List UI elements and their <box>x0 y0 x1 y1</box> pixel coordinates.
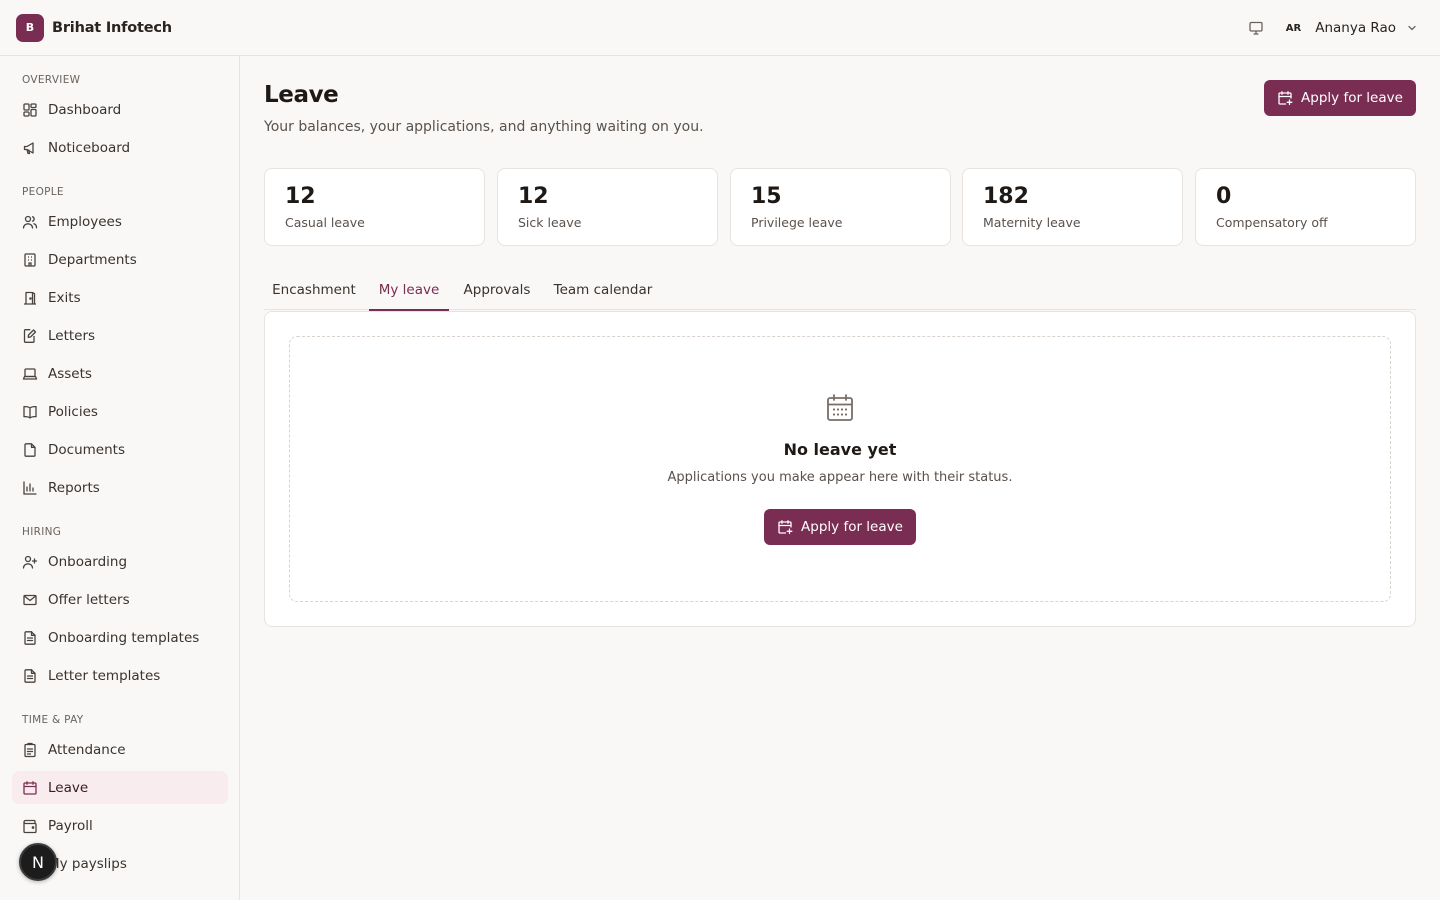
balance-label: Maternity leave <box>983 215 1081 230</box>
sidebar-item-label: Policies <box>48 403 98 420</box>
door-icon <box>22 290 38 306</box>
empty-apply-for-leave-button[interactable]: Apply for leave <box>764 509 916 545</box>
sidebar-item-label: Attendance <box>48 741 126 758</box>
file-text-icon <box>22 630 38 646</box>
brand[interactable]: B Brihat Infotech <box>16 13 172 42</box>
sidebar-item-departments[interactable]: Departments <box>12 243 228 276</box>
sidebar-item-noticeboard[interactable]: Noticeboard <box>12 131 228 164</box>
sidebar-item-label: Letter templates <box>48 667 161 684</box>
building-icon <box>22 252 38 268</box>
sidebar-item-label: Documents <box>48 441 125 458</box>
sidebar-item-onboarding[interactable]: Onboarding <box>12 545 228 578</box>
sidebar-item-label: Onboarding templates <box>48 629 200 646</box>
sidebar-item-reports[interactable]: Reports <box>12 471 228 504</box>
users-icon <box>22 214 38 230</box>
file-icon <box>22 442 38 458</box>
sidebar-item-label: Dashboard <box>48 101 122 118</box>
balance-value: 0 <box>1216 184 1232 209</box>
balance-card-maternity: 182 Maternity leave <box>962 168 1183 246</box>
tab-encashment[interactable]: Encashment <box>264 270 364 310</box>
balance-label: Compensatory off <box>1216 215 1328 230</box>
sidebar-item-offer-letters[interactable]: Offer letters <box>12 583 228 616</box>
dashboard-icon <box>22 102 38 118</box>
sidebar-item-dashboard[interactable]: Dashboard <box>12 93 228 126</box>
empty-state <box>289 336 1391 602</box>
sidebar-item-documents[interactable]: Documents <box>12 433 228 466</box>
book-icon <box>22 404 38 420</box>
page-subtitle: Your balances, your applications, and an… <box>264 119 704 135</box>
sidebar-item-label: Employees <box>48 213 122 230</box>
sidebar-item-label: Payroll <box>48 817 93 834</box>
sidebar-item-label: My payslips <box>48 855 127 872</box>
file-text-icon <box>22 668 38 684</box>
sidebar-item-label: Leave <box>48 779 89 796</box>
balance-label: Casual leave <box>285 215 365 230</box>
balance-value: 182 <box>983 184 1029 209</box>
tab-bar: Encashment My leave Approvals Team calen… <box>264 270 1416 311</box>
balance-card-privilege: 15 Privilege leave <box>730 168 951 246</box>
sidebar-item-label: Offer letters <box>48 591 130 608</box>
laptop-icon <box>22 366 38 382</box>
sidebar-item-label: Exits <box>48 289 81 306</box>
bar-chart-icon <box>22 480 38 496</box>
empty-state-description: Applications you make appear here with t… <box>667 470 1013 485</box>
balance-label: Sick leave <box>518 215 582 230</box>
edit-document-icon <box>22 328 38 344</box>
sidebar-item-label: Onboarding <box>48 553 128 570</box>
sidebar-item-label: Noticeboard <box>48 139 131 156</box>
sidebar-item-label: Departments <box>48 251 137 268</box>
sidebar-item-label: Reports <box>48 479 100 496</box>
balance-value: 15 <box>751 184 782 209</box>
apply-for-leave-label: Apply for leave <box>1301 90 1403 106</box>
chevron-down-icon[interactable] <box>1406 22 1418 34</box>
sidebar-item-letters[interactable]: Letters <box>12 319 228 352</box>
top-bar: B Brihat Infotech AR Ananya Rao <box>0 0 1440 56</box>
user-plus-icon <box>22 554 38 570</box>
section-label-overview: OVERVIEW <box>22 74 81 86</box>
apply-for-leave-button[interactable]: Apply for leave <box>1264 80 1416 116</box>
mail-icon <box>22 592 38 608</box>
balance-value: 12 <box>285 184 316 209</box>
empty-state-title: No leave yet <box>783 440 897 459</box>
calendar-icon <box>824 392 856 424</box>
monitor-icon[interactable] <box>1248 20 1264 36</box>
user-name[interactable]: Ananya Rao <box>1315 20 1396 36</box>
sidebar-item-attendance[interactable]: Attendance <box>12 733 228 766</box>
sidebar-item-label: Letters <box>48 327 96 344</box>
clipboard-icon <box>22 742 38 758</box>
sidebar-item-leave[interactable]: Leave <box>12 771 228 804</box>
calendar-icon <box>22 780 38 796</box>
tab-team-calendar[interactable]: Team calendar <box>548 270 658 310</box>
sidebar-item-assets[interactable]: Assets <box>12 357 228 390</box>
balance-label: Privilege leave <box>751 215 843 230</box>
tab-approvals[interactable]: Approvals <box>456 270 538 310</box>
sidebar: OVERVIEW Dashboard Noticeboard PEOPLE Em… <box>0 56 240 900</box>
user-avatar[interactable]: AR <box>1286 23 1301 34</box>
balance-card-casual: 12 Casual leave <box>264 168 485 246</box>
sidebar-item-label: Assets <box>48 365 92 382</box>
brand-name: Brihat Infotech <box>52 19 172 36</box>
sidebar-item-letter-templates[interactable]: Letter templates <box>12 659 228 692</box>
section-label-people: PEOPLE <box>22 186 64 198</box>
page-title: Leave <box>264 82 339 108</box>
section-label-time-pay: TIME & PAY <box>22 714 84 726</box>
balance-value: 12 <box>518 184 549 209</box>
sidebar-item-employees[interactable]: Employees <box>12 205 228 238</box>
wallet-icon <box>22 818 38 834</box>
calendar-plus-icon <box>1277 90 1293 106</box>
megaphone-icon <box>22 140 38 156</box>
floating-action-button[interactable]: N <box>19 843 57 881</box>
balance-card-compensatory: 0 Compensatory off <box>1195 168 1416 246</box>
topbar-right: AR Ananya Rao <box>1248 0 1418 56</box>
balance-card-sick: 12 Sick leave <box>497 168 718 246</box>
sidebar-item-exits[interactable]: Exits <box>12 281 228 314</box>
empty-apply-label: Apply for leave <box>801 519 903 535</box>
sidebar-item-policies[interactable]: Policies <box>12 395 228 428</box>
section-label-hiring: HIRING <box>22 526 62 538</box>
calendar-plus-icon <box>777 519 793 535</box>
sidebar-item-onboarding-templates[interactable]: Onboarding templates <box>12 621 228 654</box>
brand-logo: B <box>16 13 44 42</box>
tab-my-leave[interactable]: My leave <box>369 270 449 311</box>
sidebar-item-payroll[interactable]: Payroll <box>12 809 228 842</box>
